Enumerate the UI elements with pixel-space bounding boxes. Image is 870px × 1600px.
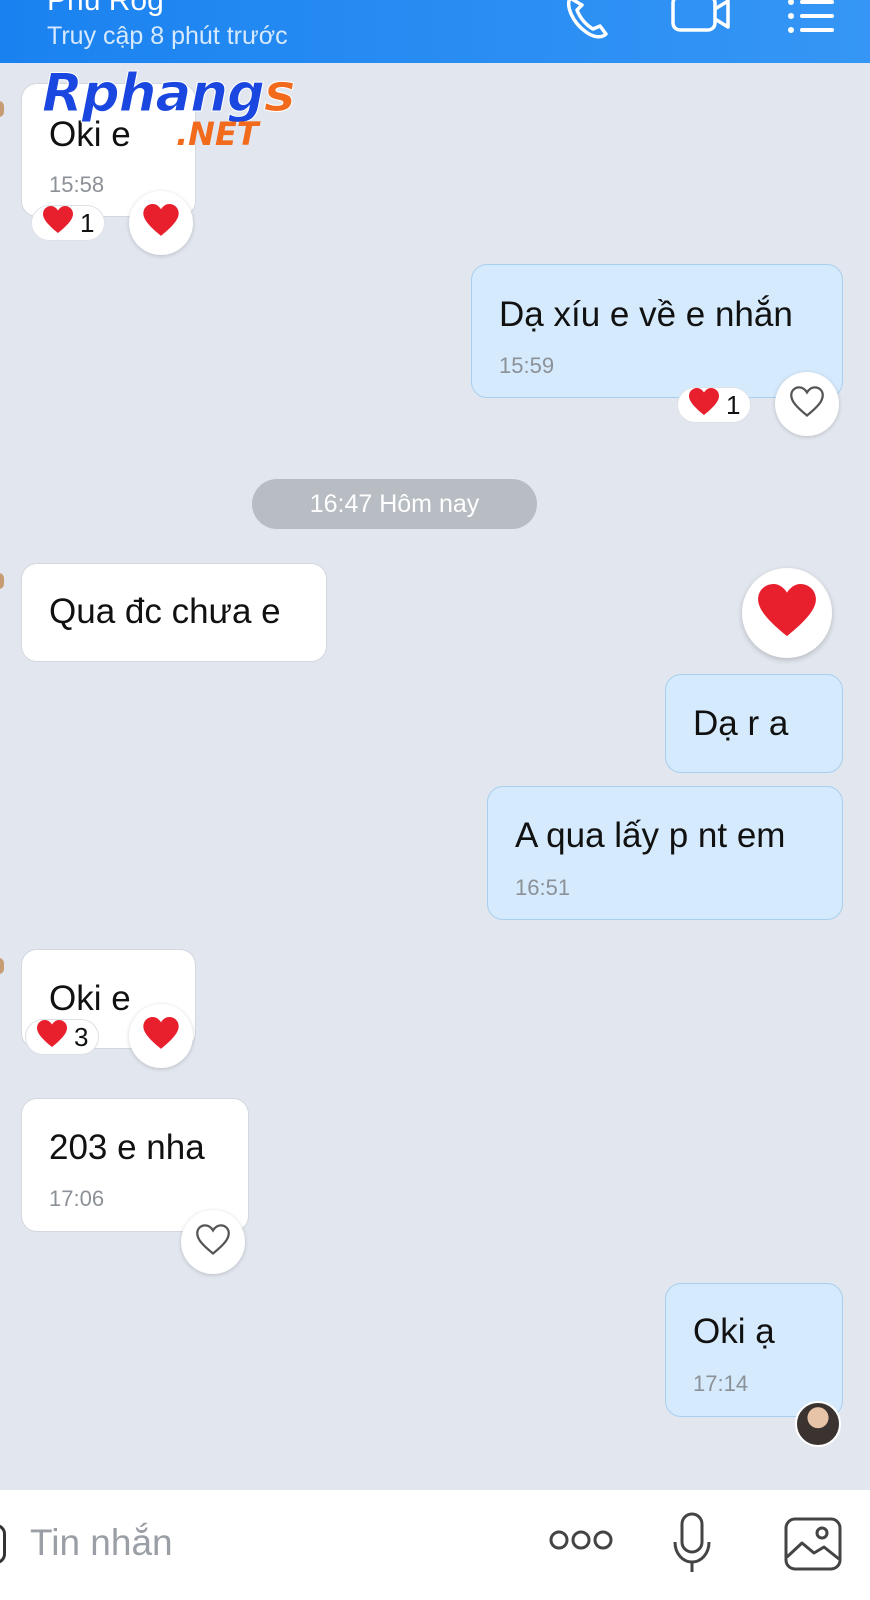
heart-icon (688, 387, 720, 423)
video-call-icon[interactable] (670, 0, 734, 41)
message-text: Qua đc chưa e (49, 592, 281, 631)
sender-avatar[interactable] (0, 573, 4, 589)
date-separator: 16:47 Hôm nay (252, 479, 537, 529)
chat-header: Phú Rog Truy cập 8 phút trước (0, 0, 870, 63)
react-button[interactable] (181, 1210, 245, 1274)
seen-avatar (795, 1401, 841, 1447)
contact-status: Truy cập 8 phút trước (47, 22, 288, 50)
react-button[interactable] (775, 372, 839, 436)
message-text: Oki ạ (693, 1312, 775, 1351)
sticker-icon[interactable] (0, 1524, 6, 1564)
heart-outline-icon (789, 385, 825, 423)
reaction-summary[interactable]: 1 (677, 387, 752, 423)
microphone-icon[interactable] (672, 1512, 712, 1579)
heart-sticker[interactable] (742, 568, 832, 658)
more-options-icon[interactable] (549, 1528, 613, 1557)
message-text: Oki e (49, 979, 131, 1018)
heart-outline-icon (195, 1223, 231, 1261)
message-list[interactable]: Oki e 15:58 1 Rphangs .NET Dạ xíu e về e… (0, 63, 870, 1490)
react-button[interactable] (129, 1004, 193, 1068)
message-text: Dạ r a (693, 704, 789, 743)
message-bubble-outgoing[interactable]: Oki ạ 17:14 (665, 1283, 843, 1417)
message-bubble-outgoing[interactable]: A qua lấy p nt em 16:51 (487, 786, 843, 920)
watermark-logo: Rphangs .NET (41, 63, 295, 153)
message-time: 15:59 (499, 353, 555, 378)
reaction-count: 1 (80, 207, 95, 238)
message-time: 17:14 (693, 1371, 749, 1396)
heart-icon (142, 1017, 180, 1055)
menu-list-icon[interactable] (786, 0, 838, 41)
heart-icon (756, 583, 818, 643)
phone-icon[interactable] (562, 0, 614, 45)
message-composer (0, 1490, 870, 1600)
message-bubble-outgoing[interactable]: Dạ r a (665, 674, 843, 773)
heart-icon (142, 204, 180, 242)
heart-icon (36, 1019, 68, 1055)
message-time: 15:58 (49, 172, 105, 197)
reaction-summary[interactable]: 1 (31, 205, 106, 241)
image-icon[interactable] (784, 1517, 842, 1576)
reaction-summary[interactable]: 3 (25, 1019, 100, 1055)
message-time: 16:51 (515, 875, 571, 900)
sender-avatar[interactable] (0, 958, 4, 974)
message-bubble-incoming[interactable]: Qua đc chưa e (21, 563, 327, 662)
reaction-count: 3 (74, 1021, 89, 1052)
sender-avatar[interactable] (0, 101, 4, 117)
message-text: A qua lấy p nt em (515, 816, 786, 855)
message-text: 203 e nha (49, 1128, 205, 1167)
contact-name[interactable]: Phú Rog (47, 0, 164, 18)
heart-icon (42, 205, 74, 241)
message-time: 17:06 (49, 1186, 105, 1211)
react-button[interactable] (129, 191, 193, 255)
message-input[interactable] (30, 1518, 500, 1568)
message-text: Dạ xíu e về e nhắn (499, 295, 793, 334)
reaction-count: 1 (726, 389, 741, 420)
